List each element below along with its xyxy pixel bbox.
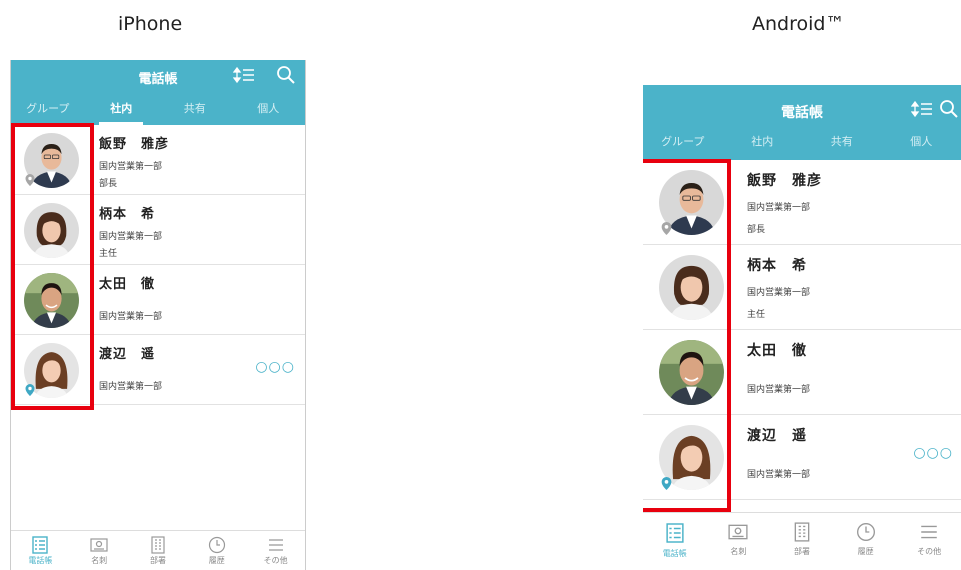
history-clock-icon: [856, 523, 875, 541]
contact-department: 国内営業第一部: [747, 288, 811, 298]
tab-bar: グループ 社内 共有 個人: [11, 100, 305, 125]
contact-name: 渡辺 遥: [99, 347, 156, 362]
contact-department: 国内営業第一部: [99, 382, 163, 392]
contact-department: 国内営業第一部: [99, 232, 163, 242]
nav-history[interactable]: 履歴: [834, 513, 898, 570]
contact-position: 部長: [99, 179, 118, 189]
sort-icon[interactable]: [910, 100, 933, 122]
nav-label: 名刺: [91, 556, 108, 565]
contact-name: 渡辺 遥: [747, 428, 807, 444]
iphone-label: iPhone: [118, 13, 183, 35]
nav-label: 電話帳: [28, 556, 53, 565]
nav-label: 履歴: [208, 556, 225, 565]
contact-department: 国内営業第一部: [747, 470, 811, 480]
tab-company[interactable]: 社内: [723, 129, 803, 160]
department-building-icon: [794, 522, 810, 542]
contact-name: 太田 徹: [99, 277, 156, 292]
nav-phonebook[interactable]: 電話帳: [11, 531, 70, 570]
business-card-icon: [728, 524, 748, 540]
nav-label: 履歴: [857, 547, 874, 556]
contact-position: 主任: [99, 249, 118, 259]
nav-label: 部署: [793, 547, 810, 556]
app-header: 電話帳 グループ 社内 共有 個人: [11, 60, 305, 125]
department-building-icon: [151, 536, 165, 554]
phonebook-icon: [32, 536, 49, 554]
contact-department: 国内営業第一部: [99, 162, 163, 172]
android-screen: 電話帳 グループ 社内 共有 個人 飯野 雅彦 国内営業第一部 部長 柄本 希 …: [643, 85, 961, 570]
nav-departments[interactable]: 部署: [770, 513, 834, 570]
contact-position: 主任: [747, 310, 766, 320]
more-options-icon[interactable]: ○○○: [255, 359, 295, 375]
tab-group[interactable]: グループ: [643, 129, 723, 160]
nav-label: 部署: [149, 556, 166, 565]
nav-label: 名刺: [730, 547, 747, 556]
tab-bar: グループ 社内 共有 個人: [643, 129, 961, 160]
contact-department: 国内営業第一部: [747, 385, 811, 395]
bottom-navigation: 電話帳 名刺 部署 履歴 その他: [11, 530, 305, 570]
nav-history[interactable]: 履歴: [187, 531, 246, 570]
tab-group[interactable]: グループ: [11, 100, 85, 125]
business-card-icon: [90, 538, 108, 552]
avatar-highlight-box: [11, 123, 94, 410]
page-title: 電話帳: [138, 72, 178, 87]
nav-label: その他: [917, 547, 942, 556]
app-header: 電話帳 グループ 社内 共有 個人: [643, 85, 961, 160]
bottom-navigation: 電話帳 名刺 部署 履歴 その他: [643, 512, 961, 570]
iphone-screen: 電話帳 グループ 社内 共有 個人 飯野 雅彦 国内営業第一部 部長 柄本 希 …: [10, 60, 306, 570]
menu-icon: [921, 525, 937, 539]
menu-icon: [268, 539, 283, 551]
tab-personal[interactable]: 個人: [232, 100, 306, 125]
nav-label: その他: [263, 556, 288, 565]
history-clock-icon: [208, 536, 225, 554]
more-options-icon[interactable]: ○○○: [913, 445, 953, 461]
tab-company[interactable]: 社内: [85, 100, 159, 125]
tab-shared[interactable]: 共有: [158, 100, 232, 125]
phonebook-icon: [666, 523, 684, 543]
contact-department: 国内営業第一部: [99, 312, 163, 322]
contact-name: 柄本 希: [747, 258, 807, 274]
search-icon[interactable]: [276, 65, 296, 89]
nav-business-cards[interactable]: 名刺: [70, 531, 129, 570]
avatar-highlight-box: [643, 159, 731, 512]
nav-phonebook[interactable]: 電話帳: [643, 513, 707, 570]
contact-name: 飯野 雅彦: [747, 173, 822, 189]
search-icon[interactable]: [939, 99, 959, 123]
android-label: Android™: [752, 13, 845, 35]
nav-business-cards[interactable]: 名刺: [707, 513, 771, 570]
tab-shared[interactable]: 共有: [802, 129, 882, 160]
contact-position: 部長: [747, 225, 766, 235]
sort-icon[interactable]: [232, 66, 255, 88]
contact-name: 飯野 雅彦: [99, 137, 170, 152]
contact-department: 国内営業第一部: [747, 203, 811, 213]
contact-name: 太田 徹: [747, 343, 807, 359]
contact-name: 柄本 希: [99, 207, 156, 222]
nav-label: 電話帳: [662, 549, 687, 558]
nav-more[interactable]: その他: [897, 513, 961, 570]
nav-more[interactable]: その他: [246, 531, 305, 570]
tab-personal[interactable]: 個人: [882, 129, 961, 160]
nav-departments[interactable]: 部署: [129, 531, 188, 570]
